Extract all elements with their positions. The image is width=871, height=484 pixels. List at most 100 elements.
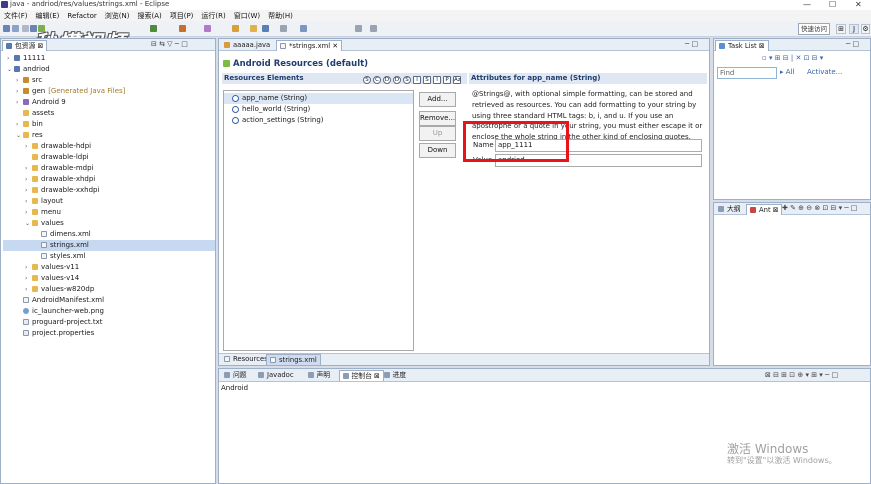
tree-item[interactable]: proguard-project.txt bbox=[3, 317, 215, 328]
down-button[interactable]: Down bbox=[419, 143, 456, 158]
menu-item-5[interactable]: 项目(P) bbox=[166, 10, 198, 21]
expand-arrow-icon[interactable]: › bbox=[16, 75, 22, 86]
tree-item[interactable]: ⌄ andriod bbox=[3, 64, 215, 75]
resource-item[interactable]: app_name (String) bbox=[224, 93, 413, 104]
tree-item[interactable]: › drawable-xhdpi bbox=[3, 174, 215, 185]
expand-arrow-icon[interactable]: › bbox=[25, 174, 31, 185]
tab-package-explorer[interactable]: 包资源 ⊠ bbox=[2, 40, 48, 51]
resource-item[interactable]: action_settings (String) bbox=[224, 115, 413, 126]
toolbar-button-icon-6[interactable] bbox=[179, 25, 186, 32]
toolbar-button-icon-9[interactable] bbox=[250, 25, 257, 32]
menu-item-7[interactable]: 窗口(W) bbox=[230, 10, 264, 21]
console-tab[interactable]: 声明 bbox=[305, 370, 334, 381]
close-tab-icon[interactable]: ⊠ bbox=[372, 372, 380, 380]
task-toolbar-icons[interactable]: ▫ ▾ ⊞ ⊟ | ✕ ⊡ ⊟ ▾ bbox=[762, 54, 823, 62]
expand-arrow-icon[interactable]: › bbox=[25, 196, 31, 207]
tree-item[interactable]: ic_launcher-web.png bbox=[3, 306, 215, 317]
minimize-icon[interactable]: — bbox=[803, 0, 811, 9]
toolbar-button-icon-13[interactable] bbox=[355, 25, 362, 32]
resource-type-icon[interactable]: S bbox=[363, 76, 371, 84]
tree-item[interactable]: ⌄ res bbox=[3, 130, 215, 141]
tree-item[interactable]: AndroidManifest.xml bbox=[3, 295, 215, 306]
resource-type-icon[interactable]: C bbox=[373, 76, 381, 84]
tab-task-list[interactable]: Task List ⊠ bbox=[715, 40, 769, 51]
activate-link[interactable]: Activate... bbox=[807, 68, 842, 76]
resource-type-icon[interactable]: I bbox=[413, 76, 421, 84]
expand-arrow-icon[interactable]: › bbox=[25, 273, 31, 284]
toolbar-button-icon-5[interactable] bbox=[150, 25, 157, 32]
expand-arrow-icon[interactable]: › bbox=[25, 207, 31, 218]
tree-item[interactable]: ⌄ values bbox=[3, 218, 215, 229]
tree-item[interactable]: assets bbox=[3, 108, 215, 119]
editor-minimize-icon[interactable]: ─ □ bbox=[685, 40, 698, 48]
tree-item[interactable]: › values-v14 bbox=[3, 273, 215, 284]
toolbar-button-icon-11[interactable] bbox=[280, 25, 287, 32]
expand-arrow-icon[interactable]: › bbox=[16, 86, 22, 97]
console-tab[interactable]: 进度 bbox=[381, 370, 410, 381]
tree-item[interactable]: drawable-ldpi bbox=[3, 152, 215, 163]
tree-item[interactable]: › src bbox=[3, 75, 215, 86]
close-tab-icon[interactable]: ✕ bbox=[332, 42, 338, 50]
up-button[interactable]: Up bbox=[419, 126, 456, 141]
quick-access-field[interactable]: 快速访问 bbox=[798, 23, 830, 35]
toolbar-button-icon-8[interactable] bbox=[232, 25, 239, 32]
close-icon[interactable]: ✕ bbox=[855, 0, 862, 9]
tree-item[interactable]: › drawable-xxhdpi bbox=[3, 185, 215, 196]
tree-item[interactable]: › Android 9 bbox=[3, 97, 215, 108]
debug-perspective-icon[interactable]: ⚙ bbox=[861, 24, 870, 34]
expand-arrow-icon[interactable]: ⌄ bbox=[25, 218, 31, 229]
menu-item-6[interactable]: 运行(R) bbox=[197, 10, 229, 21]
expand-arrow-icon[interactable]: › bbox=[25, 284, 31, 295]
toolbar-button-icon-14[interactable] bbox=[370, 25, 377, 32]
console-toolbar-icons[interactable]: ⊠ ⊟ ⊞ ⊡ ⊕ ▾ ⊞ ▾ ─ □ bbox=[765, 371, 838, 379]
add-button[interactable]: Add... bbox=[419, 92, 456, 107]
expand-arrow-icon[interactable]: › bbox=[25, 185, 31, 196]
java-perspective-icon[interactable]: J bbox=[849, 24, 859, 34]
tree-item[interactable]: › values-w820dp bbox=[3, 284, 215, 295]
open-perspective-icon[interactable]: ⊞ bbox=[836, 24, 846, 34]
menu-item-1[interactable]: 编辑(E) bbox=[32, 10, 64, 21]
toolbar-button-icon-7[interactable] bbox=[204, 25, 211, 32]
tree-item[interactable]: › 11111 bbox=[3, 53, 215, 64]
expand-arrow-icon[interactable]: › bbox=[25, 141, 31, 152]
remove-button[interactable]: Remove... bbox=[419, 111, 456, 126]
menu-item-4[interactable]: 搜索(A) bbox=[133, 10, 165, 21]
tree-item[interactable]: › drawable-hdpi bbox=[3, 141, 215, 152]
tab-strings-xml[interactable]: *strings.xml ✕ bbox=[276, 40, 343, 51]
menu-item-0[interactable]: 文件(F) bbox=[0, 10, 32, 21]
tree-item[interactable]: › values-v11 bbox=[3, 262, 215, 273]
tree-item[interactable]: strings.xml bbox=[3, 240, 215, 251]
resource-type-icon[interactable]: I bbox=[433, 76, 441, 84]
resource-type-icon[interactable]: P bbox=[443, 76, 451, 84]
toolbar-button-icon-0[interactable] bbox=[3, 25, 10, 32]
tree-item[interactable]: › layout bbox=[3, 196, 215, 207]
expand-arrow-icon[interactable]: ⌄ bbox=[16, 130, 22, 141]
toolbar-button-icon-2[interactable] bbox=[22, 25, 29, 32]
tree-item[interactable]: dimens.xml bbox=[3, 229, 215, 240]
expand-arrow-icon[interactable]: ⌄ bbox=[7, 64, 13, 75]
collapse-all-icon[interactable]: ⊟ ⇆ ▽ ─ □ bbox=[151, 40, 188, 48]
toolbar-button-icon-12[interactable] bbox=[300, 25, 307, 32]
tree-item[interactable]: project.properties bbox=[3, 328, 215, 339]
toolbar-button-icon-1[interactable] bbox=[12, 25, 19, 32]
tree-item[interactable]: styles.xml bbox=[3, 251, 215, 262]
tab-outline[interactable]: 大纲 bbox=[715, 204, 744, 215]
menu-item-8[interactable]: 帮助(H) bbox=[264, 10, 297, 21]
resource-type-icon[interactable]: D bbox=[393, 76, 401, 84]
tab-strings-xml-source[interactable]: strings.xml bbox=[266, 354, 321, 365]
toolbar-button-icon-10[interactable] bbox=[262, 25, 269, 32]
tree-item[interactable]: › menu bbox=[3, 207, 215, 218]
expand-arrow-icon[interactable]: › bbox=[25, 163, 31, 174]
resource-type-icon[interactable]: S bbox=[423, 76, 431, 84]
find-input[interactable]: Find bbox=[717, 67, 777, 79]
ant-toolbar-icons[interactable]: ✚ ✎ ⊕ ⊖ ⊗ ⊡ ⊟ ▾ ─ □ bbox=[782, 204, 857, 212]
expand-arrow-icon[interactable]: › bbox=[16, 97, 22, 108]
resource-type-icon[interactable]: Az bbox=[453, 76, 461, 84]
resource-type-icon[interactable]: D bbox=[383, 76, 391, 84]
console-tab[interactable]: Javadoc bbox=[255, 370, 297, 381]
expand-arrow-icon[interactable]: › bbox=[7, 53, 13, 64]
console-tab[interactable]: 控制台 ⊠ bbox=[338, 370, 384, 381]
all-link[interactable]: ▸ All bbox=[780, 68, 794, 76]
maximize-icon[interactable]: ☐ bbox=[829, 0, 836, 9]
tab-resources[interactable]: Resources bbox=[221, 354, 271, 365]
